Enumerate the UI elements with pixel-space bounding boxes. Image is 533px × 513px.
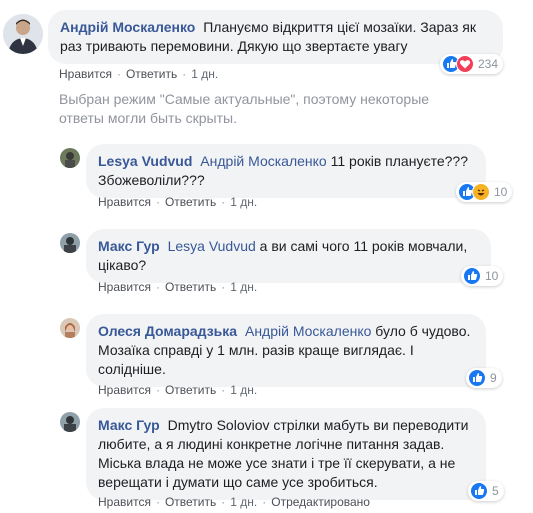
avatar-photo [60, 233, 80, 253]
reply-link[interactable]: Ответить [126, 67, 177, 81]
comment-actions: Нравится · Ответить · 1 дн. [59, 67, 219, 81]
reaction-count: 10 [494, 185, 508, 199]
comment-time[interactable]: 1 дн. [230, 383, 257, 397]
comment-bubble: Lesya Vudvud Андрій Москаленко 11 років … [86, 144, 486, 198]
comment-actions: Нравится · Ответить · 1 дн. · Отредактировано [98, 495, 370, 509]
reaction-count: 5 [492, 484, 499, 498]
haha-icon [472, 183, 490, 201]
like-icon [470, 482, 488, 500]
reaction-summary[interactable]: 9 [466, 368, 502, 388]
like-icon [463, 267, 481, 285]
like-link[interactable]: Нравится [98, 280, 151, 294]
avatar[interactable] [60, 148, 80, 168]
reaction-summary[interactable]: 10 [461, 266, 504, 286]
comment-bubble: Макс Гур Lesya Vudvud а ви самі чого 11 … [86, 229, 491, 283]
reaction-count: 234 [478, 57, 499, 71]
comment-time[interactable]: 1 дн. [230, 495, 257, 509]
avatar[interactable] [60, 318, 80, 338]
avatar[interactable] [60, 412, 80, 432]
reply-link[interactable]: Ответить [165, 495, 216, 509]
comment-bubble: Макс Гур Dmytro Soloviov стрілки мабуть … [86, 408, 486, 500]
comment-bubble: Андрій Москаленко Плануємо відкриття ціє… [48, 10, 503, 64]
comment-time[interactable]: 1 дн. [191, 67, 218, 81]
comment-author[interactable]: Макс Гур [98, 417, 164, 433]
mention-link[interactable]: Андрій Москаленко [200, 153, 326, 169]
comment-actions: Нравится · Ответить · 1 дн. [98, 280, 258, 294]
avatar[interactable] [3, 14, 43, 54]
comment-time[interactable]: 1 дн. [230, 195, 257, 209]
hidden-replies-notice: Выбран режим "Самые актуальные", поэтому… [59, 91, 430, 126]
reaction-count: 10 [485, 269, 499, 283]
comment-author[interactable]: Андрій Москаленко [60, 19, 199, 35]
mention-link[interactable]: Андрій Москаленко [245, 323, 371, 339]
comment-author[interactable]: Lesya Vudvud [98, 153, 196, 169]
comment-actions: Нравится · Ответить · 1 дн. [98, 195, 258, 209]
like-icon [468, 369, 486, 387]
avatar-man-in-suit [3, 14, 43, 54]
reply-link[interactable]: Ответить [165, 195, 216, 209]
like-link[interactable]: Нравится [98, 195, 151, 209]
like-link[interactable]: Нравится [59, 67, 112, 81]
comment-author[interactable]: Олеся Домарадзька [98, 323, 241, 339]
reaction-summary[interactable]: 5 [468, 481, 504, 501]
reaction-summary[interactable]: 10 [456, 182, 513, 202]
love-icon [456, 55, 474, 73]
reaction-count: 9 [490, 371, 497, 385]
avatar-photo [60, 412, 80, 432]
edited-label[interactable]: Отредактировано [271, 495, 370, 509]
avatar-photo [60, 318, 80, 338]
avatar[interactable] [60, 233, 80, 253]
comment-actions: Нравится · Ответить · 1 дн. [98, 383, 258, 397]
like-link[interactable]: Нравится [98, 495, 151, 509]
like-link[interactable]: Нравится [98, 383, 151, 397]
comment-author[interactable]: Макс Гур [98, 238, 164, 254]
mention-link[interactable]: Lesya Vudvud [168, 238, 256, 254]
reply-link[interactable]: Ответить [165, 280, 216, 294]
comment-bubble: Олеся Домарадзька Андрій Москаленко було… [86, 314, 486, 387]
reaction-summary[interactable]: 234 [440, 54, 504, 74]
avatar-photo [60, 148, 80, 168]
comment-time[interactable]: 1 дн. [230, 280, 257, 294]
reply-link[interactable]: Ответить [165, 383, 216, 397]
